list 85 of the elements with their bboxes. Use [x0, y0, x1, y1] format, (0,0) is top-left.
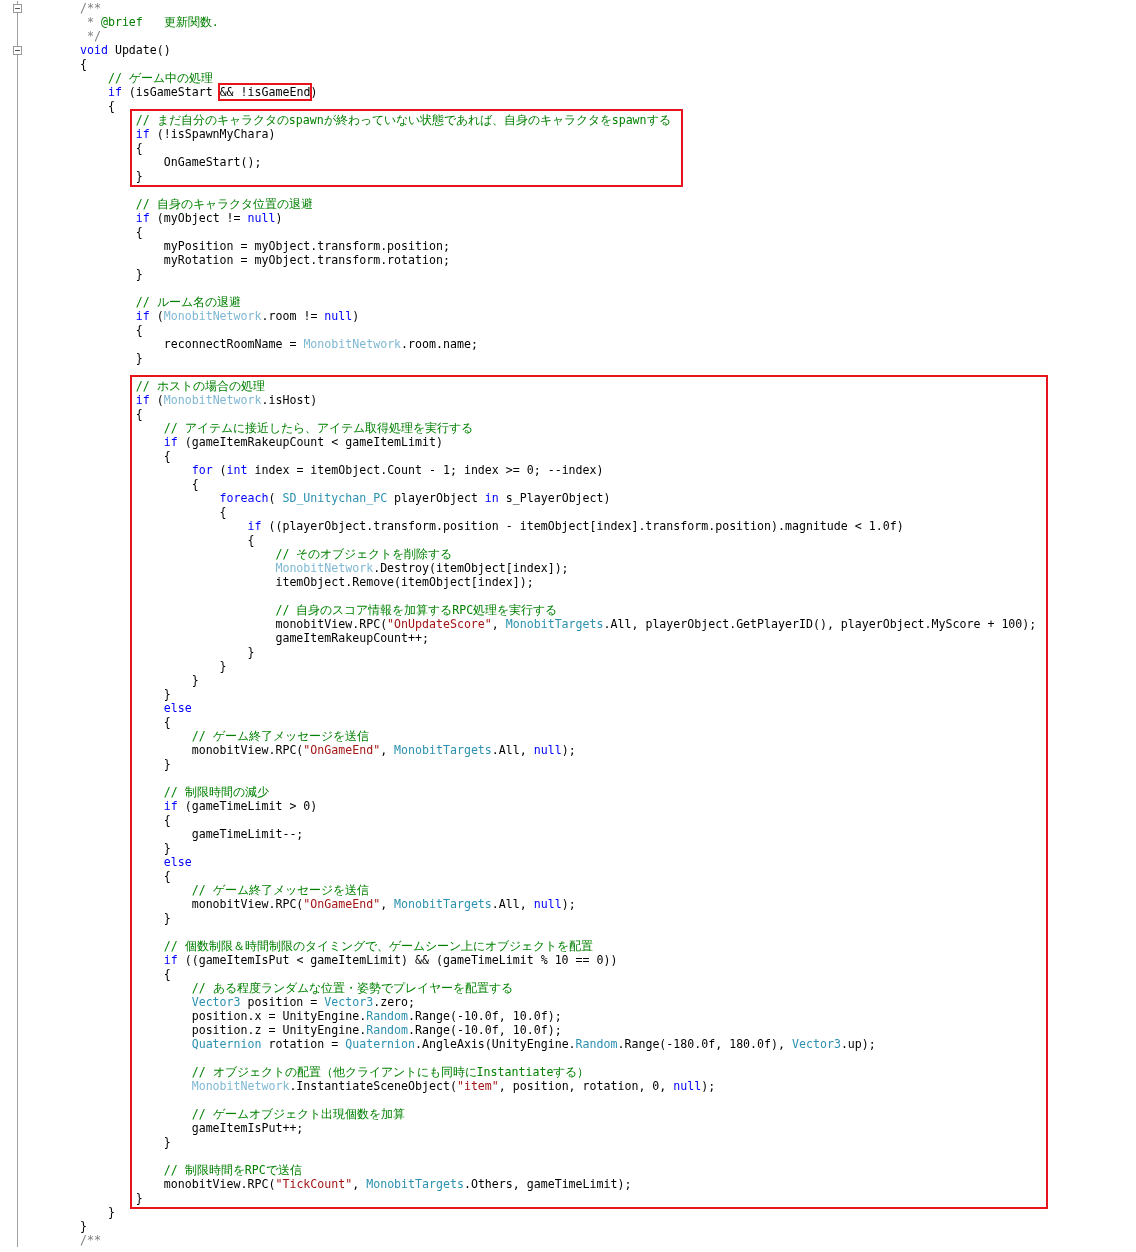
code-line: */ [85, 29, 102, 43]
code-text: ) [310, 85, 318, 99]
collapse-icon[interactable] [13, 45, 22, 55]
code-line: MonobitNetwork.InstantiateSceneObject("item", position, rotation, 0, null); [190, 1079, 717, 1093]
highlighted-code: && !isGameEnd [219, 85, 311, 99]
code-line: void Update() [80, 43, 172, 57]
code-line: } [162, 1135, 172, 1149]
code-line: { [162, 715, 172, 729]
code-line: position.z = UnityEngine.Random.Range(-10.0f, 10.0f); [190, 1023, 563, 1037]
code-line: if (gameTimeLimit > 0) [162, 799, 319, 813]
code-line: { [106, 99, 116, 113]
code-line: } [162, 841, 172, 855]
code-line: // そのオブジェクトを削除する [274, 547, 454, 561]
code-line: // 制限時間をRPCで送信 [162, 1163, 303, 1177]
code-line: if ((playerObject.transform.position - itemObject[index].transform.position).magnitude < 1.0f) [246, 519, 905, 533]
code-line: MonobitNetwork.Destroy(itemObject[index]); [274, 561, 570, 575]
code-text: if [106, 85, 122, 99]
code-line: // ある程度ランダムな位置・姿勢でプレイヤーを配置する [190, 981, 514, 995]
code-line: gameItemRakeupCount++; [274, 631, 430, 645]
code-line: for (int index = itemObject.Count - 1; index >= 0; --index) [190, 463, 605, 477]
code-line: // オブジェクトの配置（他クライアントにも同時にInstantiateする） [190, 1065, 591, 1079]
code-line: } [106, 1205, 116, 1219]
code-line: // アイテムに接近したら、アイテム取得処理を実行する [162, 421, 474, 435]
collapse-icon[interactable] [13, 3, 22, 13]
code-line: // ゲーム中の処理 [106, 71, 214, 85]
code-line: else [162, 701, 193, 715]
code-line: { [162, 449, 172, 463]
code-line: } [134, 351, 144, 365]
code-line: // ゲーム終了メッセージを送信 [190, 729, 370, 743]
code-line: Vector3 position = Vector3.zero; [190, 995, 417, 1009]
code-line: monobitView.RPC("TickCount", MonobitTargets.Others, gameTimeLimit); [162, 1177, 633, 1191]
code-line: // ゲーム終了メッセージを送信 [190, 883, 370, 897]
code-line: } [135, 169, 144, 183]
code-line: gameTimeLimit--; [190, 827, 305, 841]
code-line: reconnectRoomName = MonobitNetwork.room.name; [162, 337, 479, 351]
code-line: } [80, 1219, 88, 1233]
code-line: // 自身のスコア情報を加算するRPC処理を実行する [274, 603, 559, 617]
code-line: if (MonobitNetwork.room != null) [134, 309, 361, 323]
code-line: // ゲームオブジェクト出現個数を加算 [190, 1107, 406, 1121]
code-line: else [162, 855, 193, 869]
code-line: // 制限時間の減少 [162, 785, 270, 799]
code-line: // 自身のキャラクタ位置の退避 [134, 197, 314, 211]
code-line: if ((gameItemIsPut < gameItemLimit) && (gameTimeLimit % 10 == 0)) [162, 953, 619, 967]
code-line: { [190, 477, 200, 491]
code-line: myRotation = myObject.transform.rotation; [162, 253, 451, 267]
code-line: if (gameItemRakeupCount < gameItemLimit) [162, 435, 444, 449]
code-line: } [246, 645, 256, 659]
code-line: OnGameStart(); [162, 155, 263, 169]
code-line: // まだ自分のキャラクタのspawnが終わっていない状態であれば、自身のキャラクタをspawnする [135, 113, 671, 127]
code-line: if (MonobitNetwork.isHost) [135, 393, 319, 407]
code-line: } [134, 267, 144, 281]
code-line: // ルーム名の退避 [134, 295, 242, 309]
code-line: { [134, 225, 144, 239]
code-line: { [162, 813, 172, 827]
code-line: position.x = UnityEngine.Random.Range(-10.0f, 10.0f); [190, 1009, 563, 1023]
code-line: // ホストの場合の処理 [135, 379, 266, 393]
code-line: { [135, 141, 144, 155]
code-line: monobitView.RPC("OnUpdateScore", MonobitTargets.All, playerObject.GetPlayerID(), playerObject.MyScore + 100); [274, 617, 1037, 631]
code-line: // 個数制限＆時間制限のタイミングで、ゲームシーン上にオブジェクトを配置 [162, 939, 594, 953]
code-line: } [162, 757, 172, 771]
code-line: itemObject.Remove(itemObject[index]); [274, 575, 535, 589]
code-line: { [246, 533, 256, 547]
code-line: { [218, 505, 228, 519]
code-line: if (myObject != null) [134, 211, 284, 225]
code-line: } [162, 687, 172, 701]
code-line: } [162, 911, 172, 925]
code-line: /** [80, 1233, 102, 1247]
code-line: /** [80, 1, 102, 15]
code-line: { [162, 869, 172, 883]
code-line: myPosition = myObject.transform.position; [162, 239, 451, 253]
code-line: { [80, 57, 88, 71]
code-line: if (!isSpawnMyChara) [135, 127, 277, 141]
code-line: } [190, 673, 200, 687]
code-line: { [135, 407, 144, 421]
code-line: gameItemIsPut++; [190, 1121, 305, 1135]
code-line: foreach( SD_Unitychan_PC playerObject in s_PlayerObject) [218, 491, 612, 505]
code-line: monobitView.RPC("OnGameEnd", MonobitTargets.All, null); [190, 743, 577, 757]
code-line: monobitView.RPC("OnGameEnd", MonobitTargets.All, null); [190, 897, 577, 911]
code-line: Quaternion rotation = Quaternion.AngleAxis(UnityEngine.Random.Range(-180.0f, 180.0f), Vector3.up); [190, 1037, 877, 1051]
code-line: { [162, 967, 172, 981]
code-line: { [134, 323, 144, 337]
code-line: * @brief 更新関数. [85, 15, 220, 29]
code-text: (isGameStart [127, 85, 214, 99]
code-line: } [218, 659, 228, 673]
code-line: } [135, 1191, 144, 1205]
